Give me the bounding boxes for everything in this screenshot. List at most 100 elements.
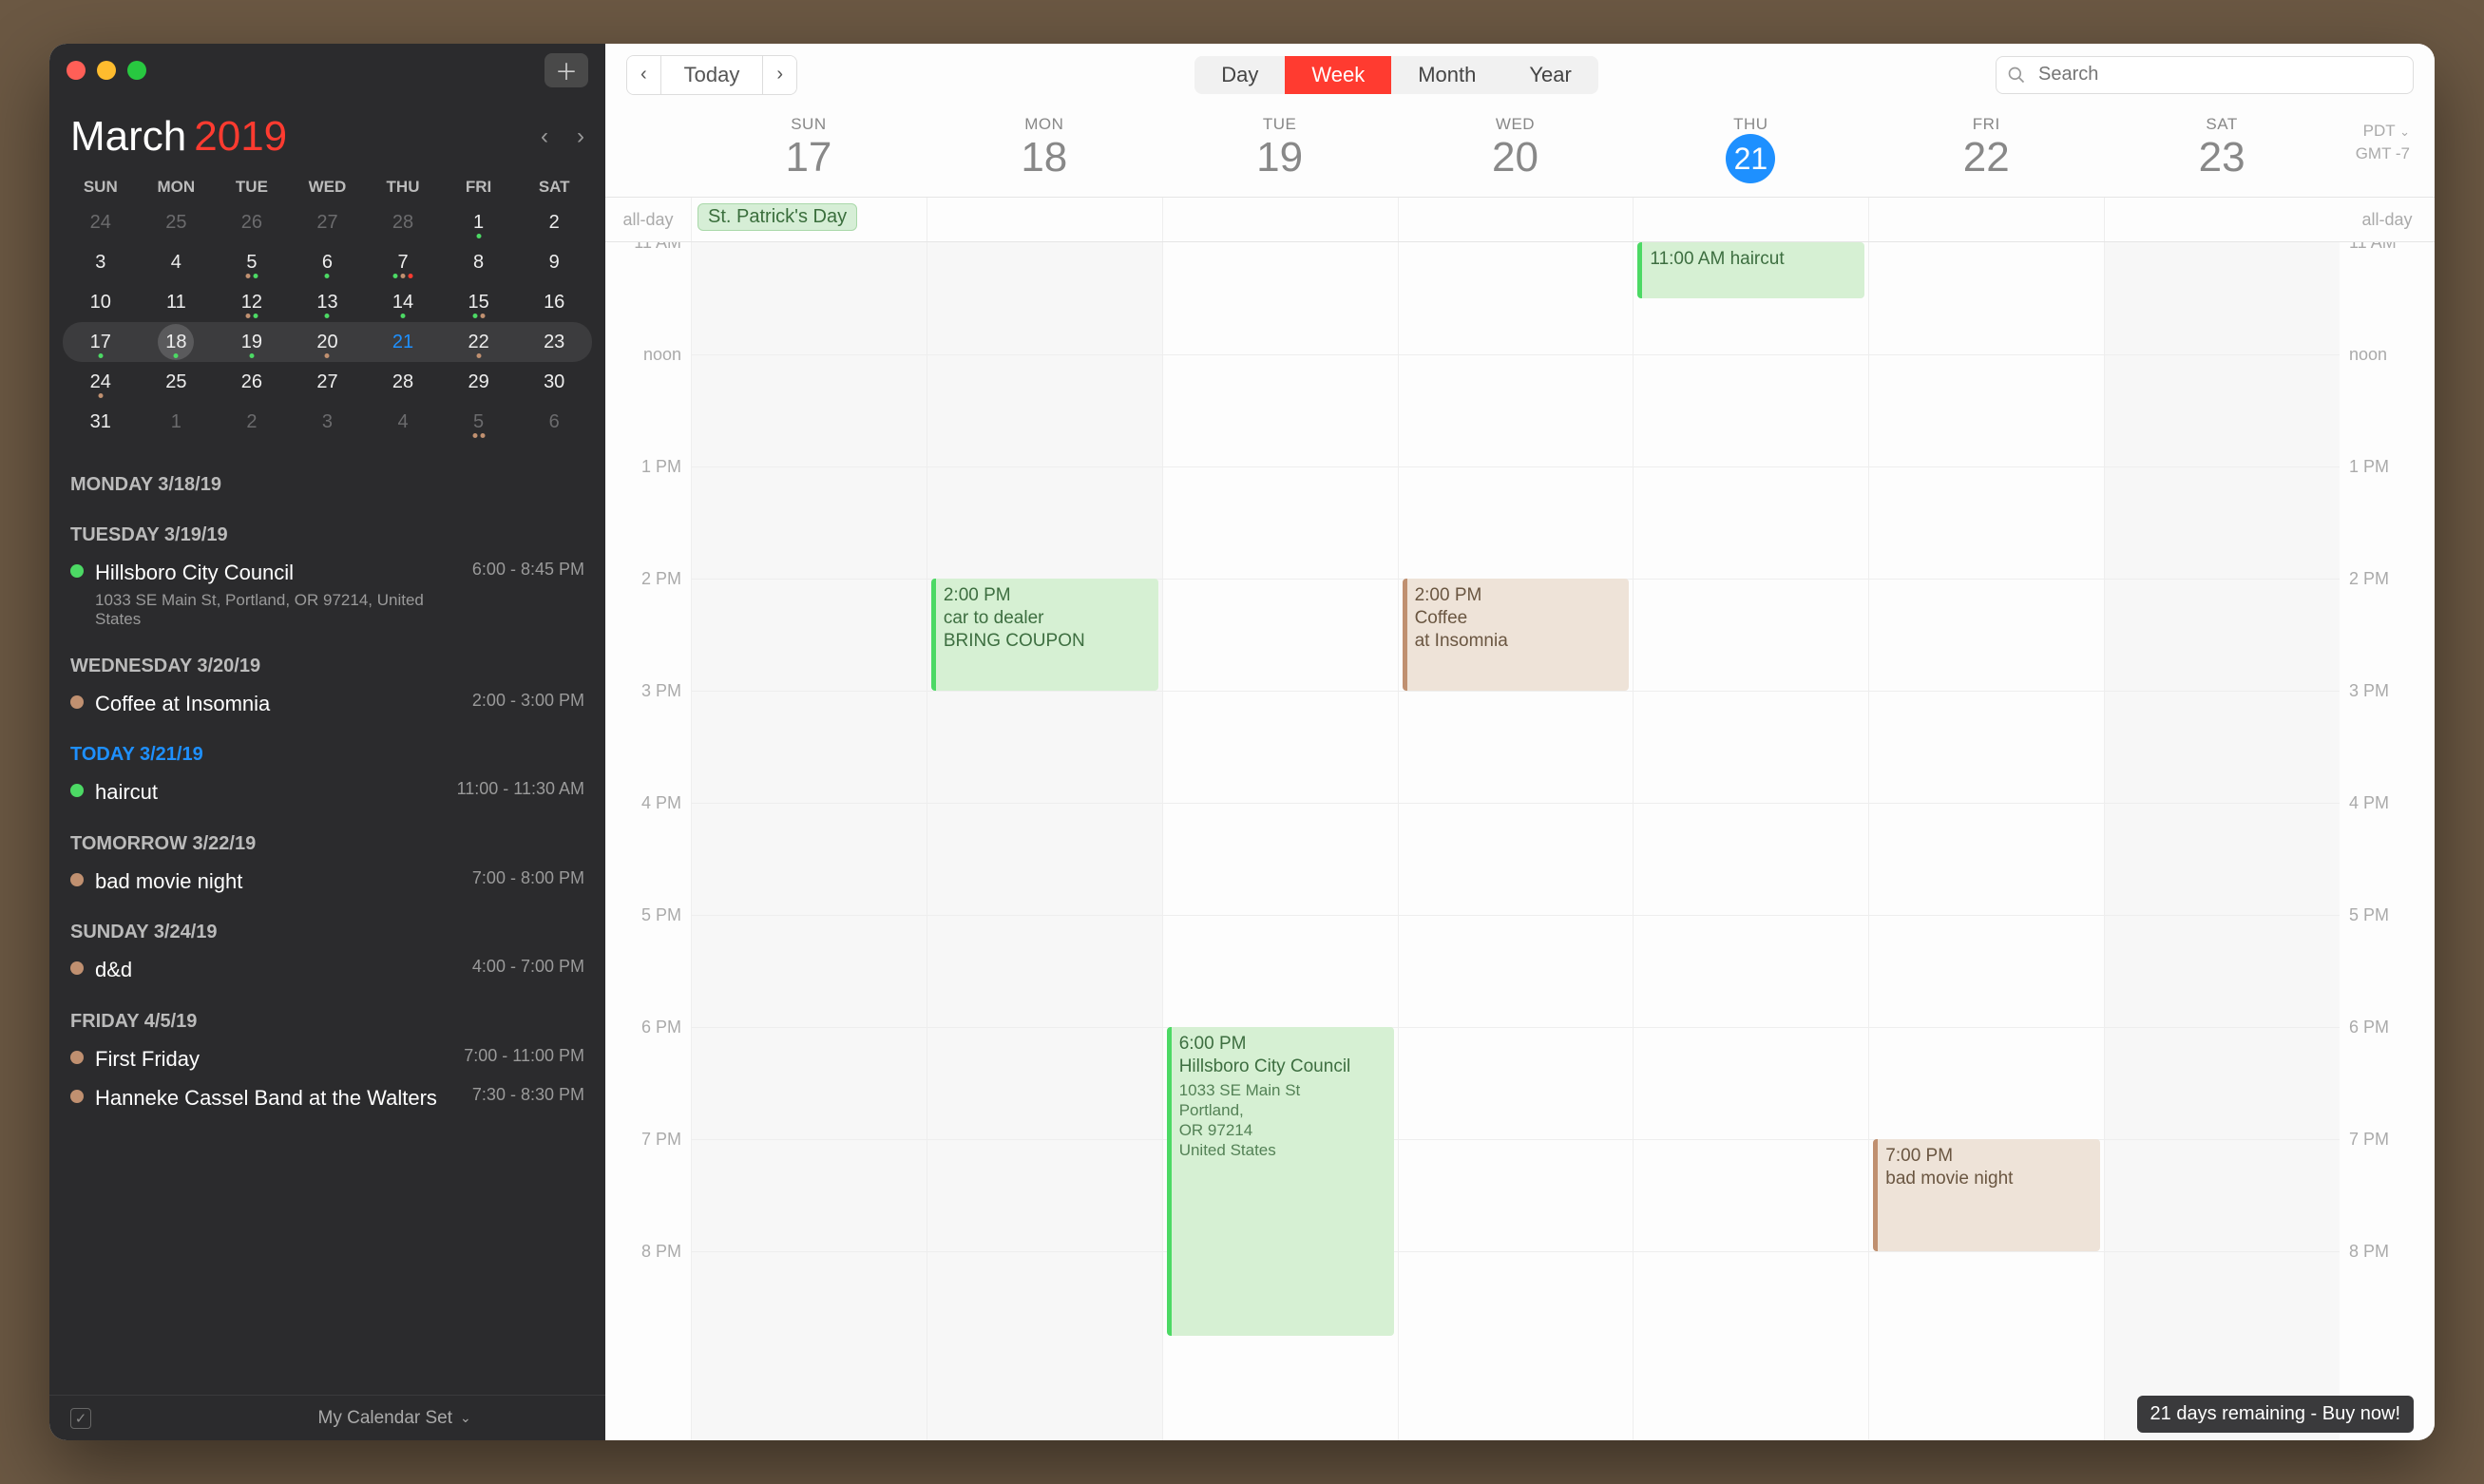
next-week-button[interactable]: › [763, 56, 796, 94]
mini-date-cell[interactable]: 12 [214, 282, 290, 322]
mini-date-cell[interactable]: 28 [365, 362, 441, 402]
mini-date-cell[interactable]: 4 [139, 242, 215, 282]
zoom-icon[interactable] [127, 61, 146, 80]
mini-date-cell[interactable]: 28 [365, 202, 441, 242]
agenda-item-title: Hanneke Cassel Band at the Walters [95, 1085, 459, 1113]
mini-date-cell[interactable]: 5 [441, 402, 517, 442]
day-column[interactable]: 11:00 AM haircut [1633, 242, 1868, 1440]
mini-date-cell[interactable]: 4 [365, 402, 441, 442]
mini-date-cell[interactable]: 8 [441, 242, 517, 282]
mini-date-cell[interactable]: 3 [63, 242, 139, 282]
mini-date-cell[interactable]: 30 [516, 362, 592, 402]
week-day-header[interactable]: SAT23 [2104, 105, 2340, 197]
mini-date-cell[interactable]: 23 [516, 322, 592, 362]
prev-month-button[interactable]: ‹ [541, 124, 548, 150]
mini-date-cell[interactable]: 6 [290, 242, 366, 282]
allday-cell[interactable] [1868, 198, 2104, 241]
mini-date-cell[interactable]: 2 [516, 202, 592, 242]
mini-date-cell[interactable]: 26 [214, 202, 290, 242]
day-column[interactable] [691, 242, 927, 1440]
hour-label: noon [605, 345, 691, 457]
mini-date-cell[interactable]: 1 [139, 402, 215, 442]
week-day-header[interactable]: FRI22 [1868, 105, 2104, 197]
day-column[interactable]: 6:00 PMHillsboro City Council1033 SE Mai… [1162, 242, 1398, 1440]
search-field[interactable] [1996, 56, 2414, 94]
mini-date-cell[interactable]: 15 [441, 282, 517, 322]
mini-date-cell[interactable]: 17 [63, 322, 139, 362]
mini-date-cell[interactable]: 21 [365, 322, 441, 362]
mini-date-cell[interactable]: 14 [365, 282, 441, 322]
allday-cell[interactable] [927, 198, 1162, 241]
mini-date-cell[interactable]: 3 [290, 402, 366, 442]
mini-date-cell[interactable]: 29 [441, 362, 517, 402]
agenda-item[interactable]: Hillsboro City Council1033 SE Main St, P… [70, 554, 584, 635]
mini-date-cell[interactable]: 24 [63, 362, 139, 402]
mini-date-cell[interactable]: 7 [365, 242, 441, 282]
mini-date-cell[interactable]: 20 [290, 322, 366, 362]
mini-calendar[interactable]: SUNMONTUEWEDTHUFRISAT2425262728123456789… [49, 168, 605, 453]
agenda-item[interactable]: bad movie night7:00 - 8:00 PM [70, 863, 584, 902]
mini-date-cell[interactable]: 25 [139, 362, 215, 402]
week-day-header[interactable]: MON18 [927, 105, 1162, 197]
agenda-item[interactable]: d&d4:00 - 7:00 PM [70, 951, 584, 990]
calendar-event[interactable]: 11:00 AM haircut [1637, 242, 1864, 298]
agenda-list[interactable]: MONDAY 3/18/19TUESDAY 3/19/19Hillsboro C… [49, 453, 605, 1395]
view-month[interactable]: Month [1391, 56, 1502, 94]
day-column[interactable]: 7:00 PMbad movie night [1868, 242, 2104, 1440]
mini-date-cell[interactable]: 11 [139, 282, 215, 322]
mini-date-cell[interactable]: 9 [516, 242, 592, 282]
allday-event[interactable]: St. Patrick's Day [697, 203, 857, 231]
week-day-header[interactable]: WED20 [1398, 105, 1634, 197]
allday-cell[interactable] [1162, 198, 1398, 241]
today-button[interactable]: Today [660, 56, 764, 94]
agenda-item[interactable]: First Friday7:00 - 11:00 PM [70, 1040, 584, 1079]
add-event-button[interactable]: ＋ [545, 53, 588, 87]
calendar-event[interactable]: 2:00 PMcar to dealerBRING COUPON [931, 579, 1158, 691]
mini-date-cell[interactable]: 27 [290, 202, 366, 242]
mini-date-cell[interactable]: 2 [214, 402, 290, 442]
mini-date-cell[interactable]: 5 [214, 242, 290, 282]
agenda-item[interactable]: Hanneke Cassel Band at the Walters7:30 -… [70, 1079, 584, 1118]
calendar-event[interactable]: 7:00 PMbad movie night [1873, 1139, 2100, 1251]
mini-date-cell[interactable]: 18 [139, 322, 215, 362]
toggle-checkbox[interactable]: ✓ [70, 1408, 91, 1429]
allday-cell[interactable] [1633, 198, 1868, 241]
mini-date-cell[interactable]: 27 [290, 362, 366, 402]
prev-week-button[interactable]: ‹ [627, 56, 660, 94]
calendar-set-dropdown[interactable]: My Calendar Set ⌄ [318, 1408, 471, 1429]
next-month-button[interactable]: › [577, 124, 584, 150]
agenda-item[interactable]: Coffee at Insomnia2:00 - 3:00 PM [70, 685, 584, 724]
view-day[interactable]: Day [1194, 56, 1285, 94]
week-day-header[interactable]: THU21 [1633, 105, 1868, 197]
day-column[interactable]: 2:00 PMcar to dealerBRING COUPON [927, 242, 1162, 1440]
mini-date-cell[interactable]: 24 [63, 202, 139, 242]
mini-date-cell[interactable]: 16 [516, 282, 592, 322]
agenda-item[interactable]: haircut11:00 - 11:30 AM [70, 773, 584, 812]
view-week[interactable]: Week [1285, 56, 1391, 94]
mini-date-cell[interactable]: 31 [63, 402, 139, 442]
allday-cell[interactable]: St. Patrick's Day [691, 198, 927, 241]
minimize-icon[interactable] [97, 61, 116, 80]
trial-banner[interactable]: 21 days remaining - Buy now! [2137, 1396, 2414, 1433]
week-day-header[interactable]: TUE19 [1162, 105, 1398, 197]
close-icon[interactable] [67, 61, 86, 80]
calendar-event[interactable]: 6:00 PMHillsboro City Council1033 SE Mai… [1167, 1027, 1394, 1336]
search-input[interactable] [1996, 56, 2414, 94]
calendar-event[interactable]: 2:00 PMCoffeeat Insomnia [1403, 579, 1630, 691]
allday-cell[interactable] [1398, 198, 1634, 241]
mini-date-cell[interactable]: 6 [516, 402, 592, 442]
week-day-header[interactable]: SUN17 [691, 105, 927, 197]
day-column[interactable] [2104, 242, 2340, 1440]
mini-date-cell[interactable]: 22 [441, 322, 517, 362]
mini-date-cell[interactable]: 26 [214, 362, 290, 402]
mini-date-cell[interactable]: 13 [290, 282, 366, 322]
day-column[interactable]: 2:00 PMCoffeeat Insomnia [1398, 242, 1634, 1440]
week-grid[interactable]: 11 AMnoon1 PM2 PM3 PM4 PM5 PM6 PM7 PM8 P… [605, 242, 2435, 1440]
mini-date-cell[interactable]: 1 [441, 202, 517, 242]
timezone-label[interactable]: PDT ⌄ GMT -7 [2356, 120, 2410, 165]
view-year[interactable]: Year [1502, 56, 1597, 94]
mini-date-cell[interactable]: 19 [214, 322, 290, 362]
allday-cell[interactable] [2104, 198, 2340, 241]
mini-date-cell[interactable]: 25 [139, 202, 215, 242]
mini-date-cell[interactable]: 10 [63, 282, 139, 322]
